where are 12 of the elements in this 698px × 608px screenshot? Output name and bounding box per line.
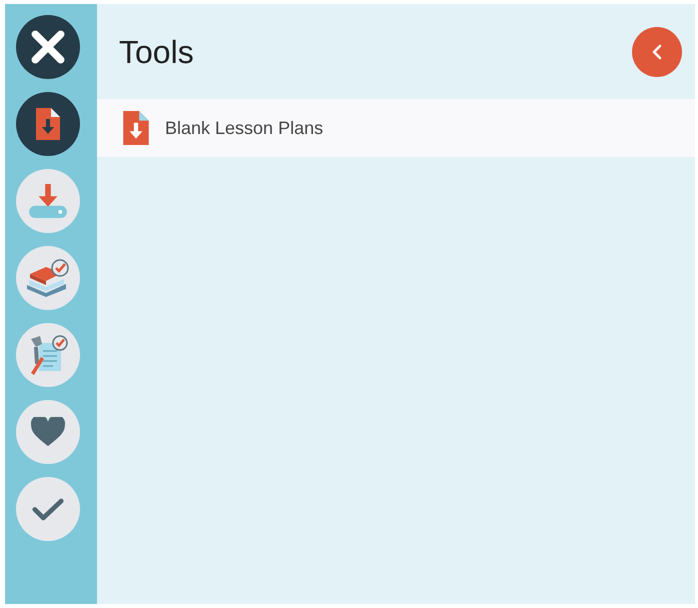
tool-item[interactable]: Blank Lesson Plans [97, 99, 695, 157]
close-icon [30, 29, 66, 65]
download-tray-icon [29, 184, 67, 218]
heart-icon [31, 417, 65, 447]
chevron-left-icon [652, 44, 662, 60]
checkmark-icon [32, 498, 64, 520]
document-check-icon [28, 334, 68, 376]
file-download-icon [123, 111, 149, 145]
books-icon [26, 259, 70, 297]
file-download-icon [36, 108, 60, 140]
back-button[interactable] [632, 26, 682, 76]
panel-title: Tools [119, 32, 194, 72]
